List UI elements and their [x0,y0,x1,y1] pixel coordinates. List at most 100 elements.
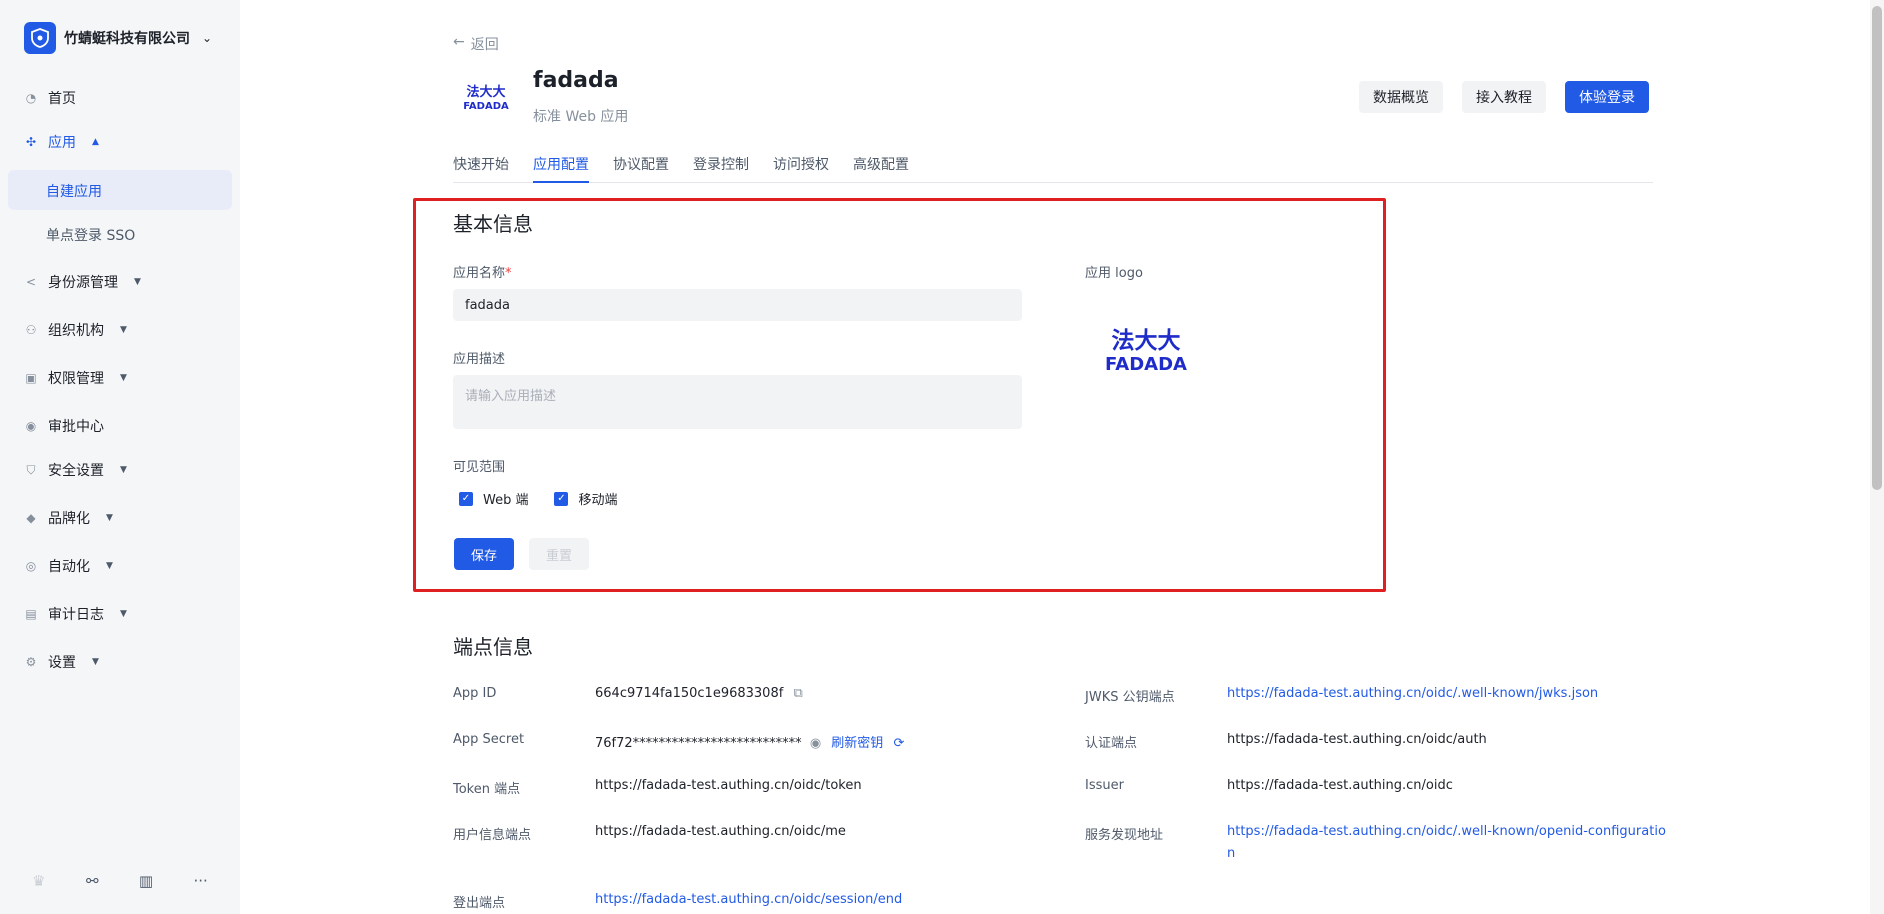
auth-endpoint-key: 认证端点 [1085,736,1138,751]
discovery-key: 服务发现地址 [1085,828,1164,843]
token-endpoint-value: https://fadada-test.authing.cn/oidc/toke… [595,778,862,793]
app-name-input[interactable] [453,289,1022,321]
reset-button[interactable]: 重置 [529,538,589,570]
visibility-label: 可见范围 [453,460,506,475]
app-desc-label: 应用描述 [453,352,506,367]
tab-app-config[interactable]: 应用配置 [533,154,589,183]
automation-icon: ◎ [25,559,37,573]
org-name: 竹蜻蜓科技有限公司 [64,31,190,47]
sidebar-item-branding[interactable]: ◆ 品牌化 ▼ [24,508,113,528]
sidebar-item-custom-apps[interactable]: 自建应用 [46,181,102,201]
sidebar-item-label: 权限管理 [48,371,104,387]
overview-button[interactable]: 数据概览 [1359,81,1443,113]
scrollbar[interactable] [1870,0,1884,914]
scrollbar-thumb[interactable] [1872,6,1882,490]
tab-bar: 快速开始 应用配置 协议配置 登录控制 访问授权 高级配置 [453,154,1653,183]
arrow-left-icon: ← [453,34,465,50]
tab-login-control[interactable]: 登录控制 [693,154,749,183]
share-icon: < [25,275,37,289]
save-button[interactable]: 保存 [454,538,514,570]
home-icon: ◔ [25,91,37,105]
sidebar-item-apps[interactable]: ✣ 应用 ▲ [24,132,99,152]
more-icon[interactable]: ··· [193,872,207,890]
sidebar-item-label: 审批中心 [48,419,104,435]
endpoints-title: 端点信息 [453,635,533,659]
copy-icon[interactable]: ⧉ [793,686,802,701]
sidebar-item-approval[interactable]: ◉ 审批中心 [24,416,104,436]
eye-icon[interactable]: ◉ [810,736,821,751]
token-endpoint-key: Token 端点 [453,782,521,797]
chevron-up-icon: ▲ [92,137,99,147]
refresh-secret-link[interactable]: 刷新密钥 [831,736,883,751]
discovery-value-wrap[interactable]: n [1227,846,1235,861]
sidebar-item-sso[interactable]: 单点登录 SSO [46,225,135,245]
back-label: 返回 [470,37,499,53]
book-icon[interactable]: ▥ [139,872,153,890]
chevron-down-icon: ▼ [106,561,113,571]
app-id-value: 664c9714fa150c1e9683308f ⧉ [595,686,803,701]
app-desc-textarea[interactable]: 请输入应用描述 [453,375,1022,429]
tab-access[interactable]: 访问授权 [773,154,829,183]
org-logo [24,22,56,54]
sidebar-item-audit[interactable]: ▤ 审计日志 ▼ [24,604,127,624]
lock-icon: ▣ [25,371,37,385]
sidebar-item-automation[interactable]: ◎ 自动化 ▼ [24,556,113,576]
brand-icon: ◆ [26,511,36,525]
web-checkbox[interactable]: ✓ [459,491,473,506]
visibility-options: ✓ Web 端 ✓ 移动端 [459,489,618,508]
mobile-checkbox[interactable]: ✓ [554,491,569,506]
userinfo-endpoint-value: https://fadada-test.authing.cn/oidc/me [595,824,846,839]
app-secret-value: 76f72************************** ◉ 刷新密钥 ⟳ [595,732,904,751]
app-type: 标准 Web 应用 [533,109,629,125]
sidebar-item-security[interactable]: ⛉ 安全设置 ▼ [24,460,126,480]
tab-advanced[interactable]: 高级配置 [853,154,909,183]
sidebar-footer: ♛ ⚯ ▥ ··· [0,872,240,890]
discovery-value[interactable]: https://fadada-test.authing.cn/oidc/.wel… [1227,824,1666,839]
basic-info-title: 基本信息 [453,212,533,236]
web-label: Web 端 [483,493,529,508]
sidebar-item-label: 审计日志 [48,607,104,623]
app-name-label-text: 应用名称 [453,266,506,281]
link-icon[interactable]: ⚯ [86,872,99,890]
jwks-endpoint-value[interactable]: https://fadada-test.authing.cn/oidc/.wel… [1227,686,1598,701]
sidebar-item-identity[interactable]: < 身份源管理 ▼ [24,272,141,292]
org-switcher[interactable]: 竹蜻蜓科技有限公司 ⌄ [24,22,212,54]
app-logo-label: 应用 logo [1085,266,1143,281]
app-secret-key: App Secret [453,732,525,747]
sidebar-item-home[interactable]: ◔ 首页 [24,88,76,108]
big-logo-cn-text: 法大大 [1112,328,1181,354]
chevron-down-icon: ▼ [120,609,127,619]
active-indicator [8,170,232,210]
sidebar-item-permissions[interactable]: ▣ 权限管理 ▼ [24,368,127,388]
chevron-down-icon: ▼ [120,373,127,383]
chevron-down-icon: ▼ [106,513,113,523]
app-logo-upload[interactable]: 法大大 FADADA [1100,324,1192,374]
sidebar-item-settings[interactable]: ⚙ 设置 ▼ [24,652,99,672]
app-id-key: App ID [453,686,497,701]
tab-quickstart[interactable]: 快速开始 [453,154,509,183]
log-icon: ▤ [25,607,37,621]
app-name-label: 应用名称* [453,262,512,281]
back-link[interactable]: ← 返回 [453,34,499,54]
issuer-key: Issuer [1085,778,1124,793]
chevron-down-icon: ▼ [134,277,141,287]
user-icon: ◉ [25,419,37,433]
bulb-icon[interactable]: ♛ [32,872,45,890]
tutorial-button[interactable]: 接入教程 [1462,81,1546,113]
required-mark: * [505,266,512,281]
logout-endpoint-value[interactable]: https://fadada-test.authing.cn/oidc/sess… [595,892,902,907]
sidebar-item-label: 身份源管理 [48,275,118,291]
sidebar-item-org[interactable]: ⚇ 组织机构 ▼ [24,320,127,340]
sidebar-item-label: 设置 [48,655,76,671]
mobile-label: 移动端 [578,493,618,508]
tab-protocol[interactable]: 协议配置 [613,154,669,183]
logo-cn-text: 法大大 [466,84,505,100]
try-login-button[interactable]: 体验登录 [1565,81,1649,113]
app-id-text: 664c9714fa150c1e9683308f [595,686,784,701]
auth-endpoint-value: https://fadada-test.authing.cn/oidc/auth [1227,732,1487,747]
userinfo-endpoint-key: 用户信息端点 [453,828,532,843]
sidebar-item-label: 首页 [48,91,76,107]
app-logo: 法大大 FADADA [463,84,509,112]
refresh-icon[interactable]: ⟳ [893,736,904,751]
sidebar-item-label: 应用 [48,135,76,151]
